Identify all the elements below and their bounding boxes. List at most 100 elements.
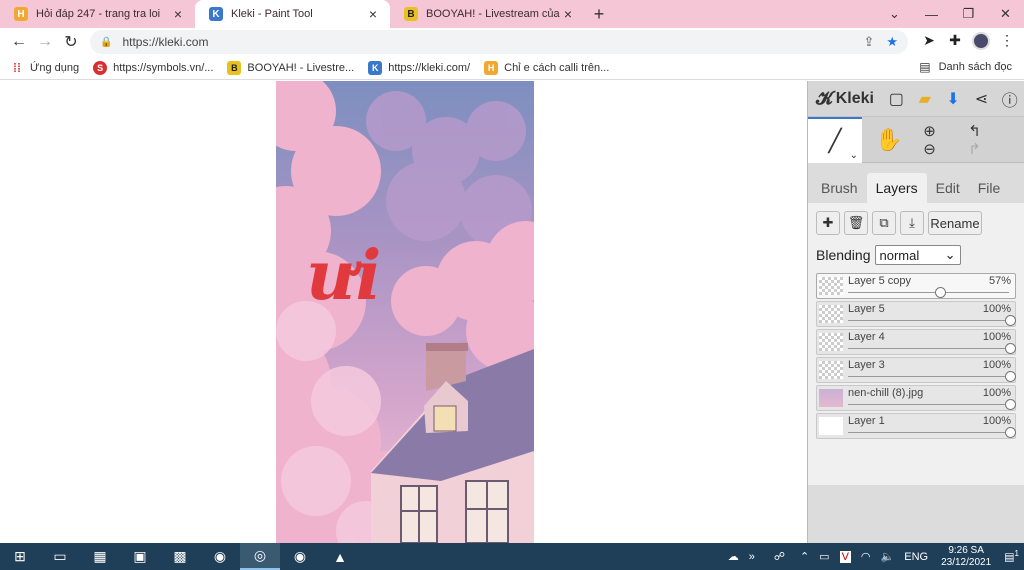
opacity-slider-track[interactable]	[848, 376, 1009, 377]
layer-thumbnail	[819, 305, 843, 323]
chevron-down-icon[interactable]: ⌄	[850, 150, 858, 161]
layer-row[interactable]: Layer 5 copy 57%	[816, 273, 1016, 299]
layer-row[interactable]: Layer 3 100%	[816, 357, 1016, 383]
antivirus-icon[interactable]: V	[839, 550, 851, 563]
volume-icon[interactable]: 🔈	[881, 550, 895, 563]
close-tab-icon[interactable]: ×	[171, 6, 185, 22]
paint-app-icon[interactable]: ▣	[120, 543, 160, 570]
tab-title: Hỏi đáp 247 - trang tra loi	[36, 8, 161, 20]
menu-kebab-icon[interactable]: ⋮	[994, 32, 1020, 53]
windows-start-icon[interactable]: ⊞	[0, 543, 40, 570]
people-icon[interactable]: ☍	[774, 550, 785, 563]
address-bar[interactable]: 🔒 https://kleki.com ⇪ ★	[90, 30, 908, 54]
hand-tool-button[interactable]: ✋	[862, 117, 916, 163]
zoom-out-icon[interactable]: ⊖	[923, 140, 936, 158]
help-icon[interactable]: ⓘ	[996, 87, 1024, 111]
add-layer-button[interactable]: ✚	[816, 211, 840, 235]
chrome-icon[interactable]: ◎	[240, 543, 280, 570]
new-image-icon[interactable]: ▢	[882, 89, 910, 109]
bookmark-kleki[interactable]: K https://kleki.com/	[368, 60, 470, 75]
layer-row[interactable]: Layer 5 100%	[816, 301, 1016, 327]
bookmark-apps[interactable]: ⁞⁞ Ứng dụng	[10, 61, 79, 75]
minecraft-icon[interactable]: ▩	[160, 543, 200, 570]
rename-layer-button[interactable]: Rename	[928, 211, 982, 235]
wifi-icon[interactable]: ◠	[861, 550, 871, 563]
opacity-slider-track[interactable]	[848, 432, 1009, 433]
tab-brush[interactable]: Brush	[812, 173, 867, 203]
bookmark-booyah[interactable]: B BOOYAH! - Livestre...	[227, 60, 354, 75]
notification-icon[interactable]: ▤1	[1004, 549, 1019, 564]
merge-layer-button[interactable]: ⤓	[900, 211, 924, 235]
browser-tab-strip: H Hỏi đáp 247 - trang tra loi × K Kleki …	[0, 0, 1024, 28]
chevron-right-icon[interactable]: »	[749, 551, 755, 563]
kleki-logo[interactable]: 𝓚 Kleki	[816, 88, 882, 109]
opacity-slider-handle[interactable]	[1005, 427, 1016, 438]
redo-icon[interactable]: ↱	[968, 140, 981, 158]
opacity-slider-handle[interactable]	[1005, 371, 1016, 382]
zoom-in-icon[interactable]: ⊕	[923, 122, 936, 140]
bookmark-star-icon[interactable]: ★	[886, 34, 898, 50]
tab-edit[interactable]: Edit	[927, 173, 969, 203]
opacity-slider-handle[interactable]	[935, 287, 946, 298]
kleki-stage[interactable]: ưi	[0, 81, 807, 543]
cloud-icon[interactable]: ☁	[728, 550, 739, 563]
opacity-slider-track[interactable]	[848, 292, 1009, 293]
opacity-slider-handle[interactable]	[1005, 315, 1016, 326]
brush-tool-button[interactable]: ╱ ⌄	[808, 117, 862, 163]
tab-booyah[interactable]: B BOOYAH! - Livestream của các g ×	[390, 0, 585, 28]
restore-icon[interactable]: ❐	[950, 0, 987, 28]
photos-app-icon[interactable]: ▲	[320, 543, 360, 570]
puzzle-extensions-icon[interactable]: ✚	[942, 32, 968, 53]
merge-down-icon: ⤓	[909, 215, 915, 230]
tab-search-icon[interactable]: ⌄	[876, 0, 913, 28]
layer-name: Layer 5	[848, 303, 885, 315]
opacity-slider-handle[interactable]	[1005, 399, 1016, 410]
back-button[interactable]: ←	[6, 29, 32, 55]
minimize-icon[interactable]: —	[913, 0, 950, 28]
share-icon[interactable]: ⇪	[863, 34, 874, 50]
profile-avatar[interactable]	[968, 31, 994, 53]
clock[interactable]: 9:26 SA 23/12/2021	[941, 545, 991, 569]
network-icon[interactable]: ▭	[819, 550, 829, 563]
chevron-up-icon[interactable]: ⌃	[800, 550, 809, 563]
kleki-logo-icon: 𝓚	[816, 88, 833, 108]
close-window-icon[interactable]: ✕	[987, 0, 1024, 28]
layer-row[interactable]: Layer 4 100%	[816, 329, 1016, 355]
delete-layer-button[interactable]: 🗑	[844, 211, 868, 235]
lock-icon[interactable]: 🔒	[100, 37, 112, 48]
tab-hoidap[interactable]: H Hỏi đáp 247 - trang tra loi ×	[0, 0, 195, 28]
drawing-canvas[interactable]: ưi	[276, 81, 534, 543]
opacity-slider-track[interactable]	[848, 348, 1009, 349]
browser-app-icon[interactable]: ◉	[200, 543, 240, 570]
download-icon[interactable]: ⬇	[939, 89, 967, 109]
share-icon[interactable]: ⋖	[967, 89, 995, 109]
duplicate-icon: ⧉	[879, 215, 889, 230]
tab-layers[interactable]: Layers	[866, 173, 927, 203]
browser-app-icon[interactable]: ◉	[280, 543, 320, 570]
close-tab-icon[interactable]: ×	[561, 6, 575, 22]
reload-button[interactable]: ↻	[58, 29, 84, 55]
undo-icon[interactable]: ↰	[968, 122, 981, 140]
bookmark-calli[interactable]: H Chỉ e cách calli trên...	[484, 60, 609, 75]
opacity-slider-track[interactable]	[848, 404, 1009, 405]
new-tab-button[interactable]: +	[585, 0, 613, 28]
opacity-slider-track[interactable]	[848, 320, 1009, 321]
open-folder-icon[interactable]: ▰	[911, 89, 939, 109]
language-indicator[interactable]: ENG	[904, 551, 928, 563]
bookmark-symbols[interactable]: S https://symbols.vn/...	[93, 60, 213, 75]
duplicate-layer-button[interactable]: ⧉	[872, 211, 896, 235]
task-view-icon[interactable]: ▭	[40, 543, 80, 570]
blending-select[interactable]: normal ⌄	[874, 245, 961, 265]
brush-icon: ╱	[828, 128, 842, 153]
layer-row[interactable]: nen-chill (8).jpg 100%	[816, 385, 1016, 411]
calculator-icon[interactable]: ▦	[80, 543, 120, 570]
reading-list-button[interactable]: ▤ Danh sách đọc	[919, 60, 1012, 74]
layer-row[interactable]: Layer 1 100%	[816, 413, 1016, 439]
close-tab-icon[interactable]: ×	[366, 6, 380, 22]
opacity-slider-handle[interactable]	[1005, 343, 1016, 354]
tab-kleki[interactable]: K Kleki - Paint Tool ×	[195, 0, 390, 28]
forward-button[interactable]: →	[32, 29, 58, 55]
extension-icon[interactable]: ➤	[916, 32, 942, 53]
browser-toolbar: ← → ↻ 🔒 https://kleki.com ⇪ ★ ➤ ✚ ⋮	[0, 28, 1024, 56]
tab-file[interactable]: File	[969, 173, 1010, 203]
